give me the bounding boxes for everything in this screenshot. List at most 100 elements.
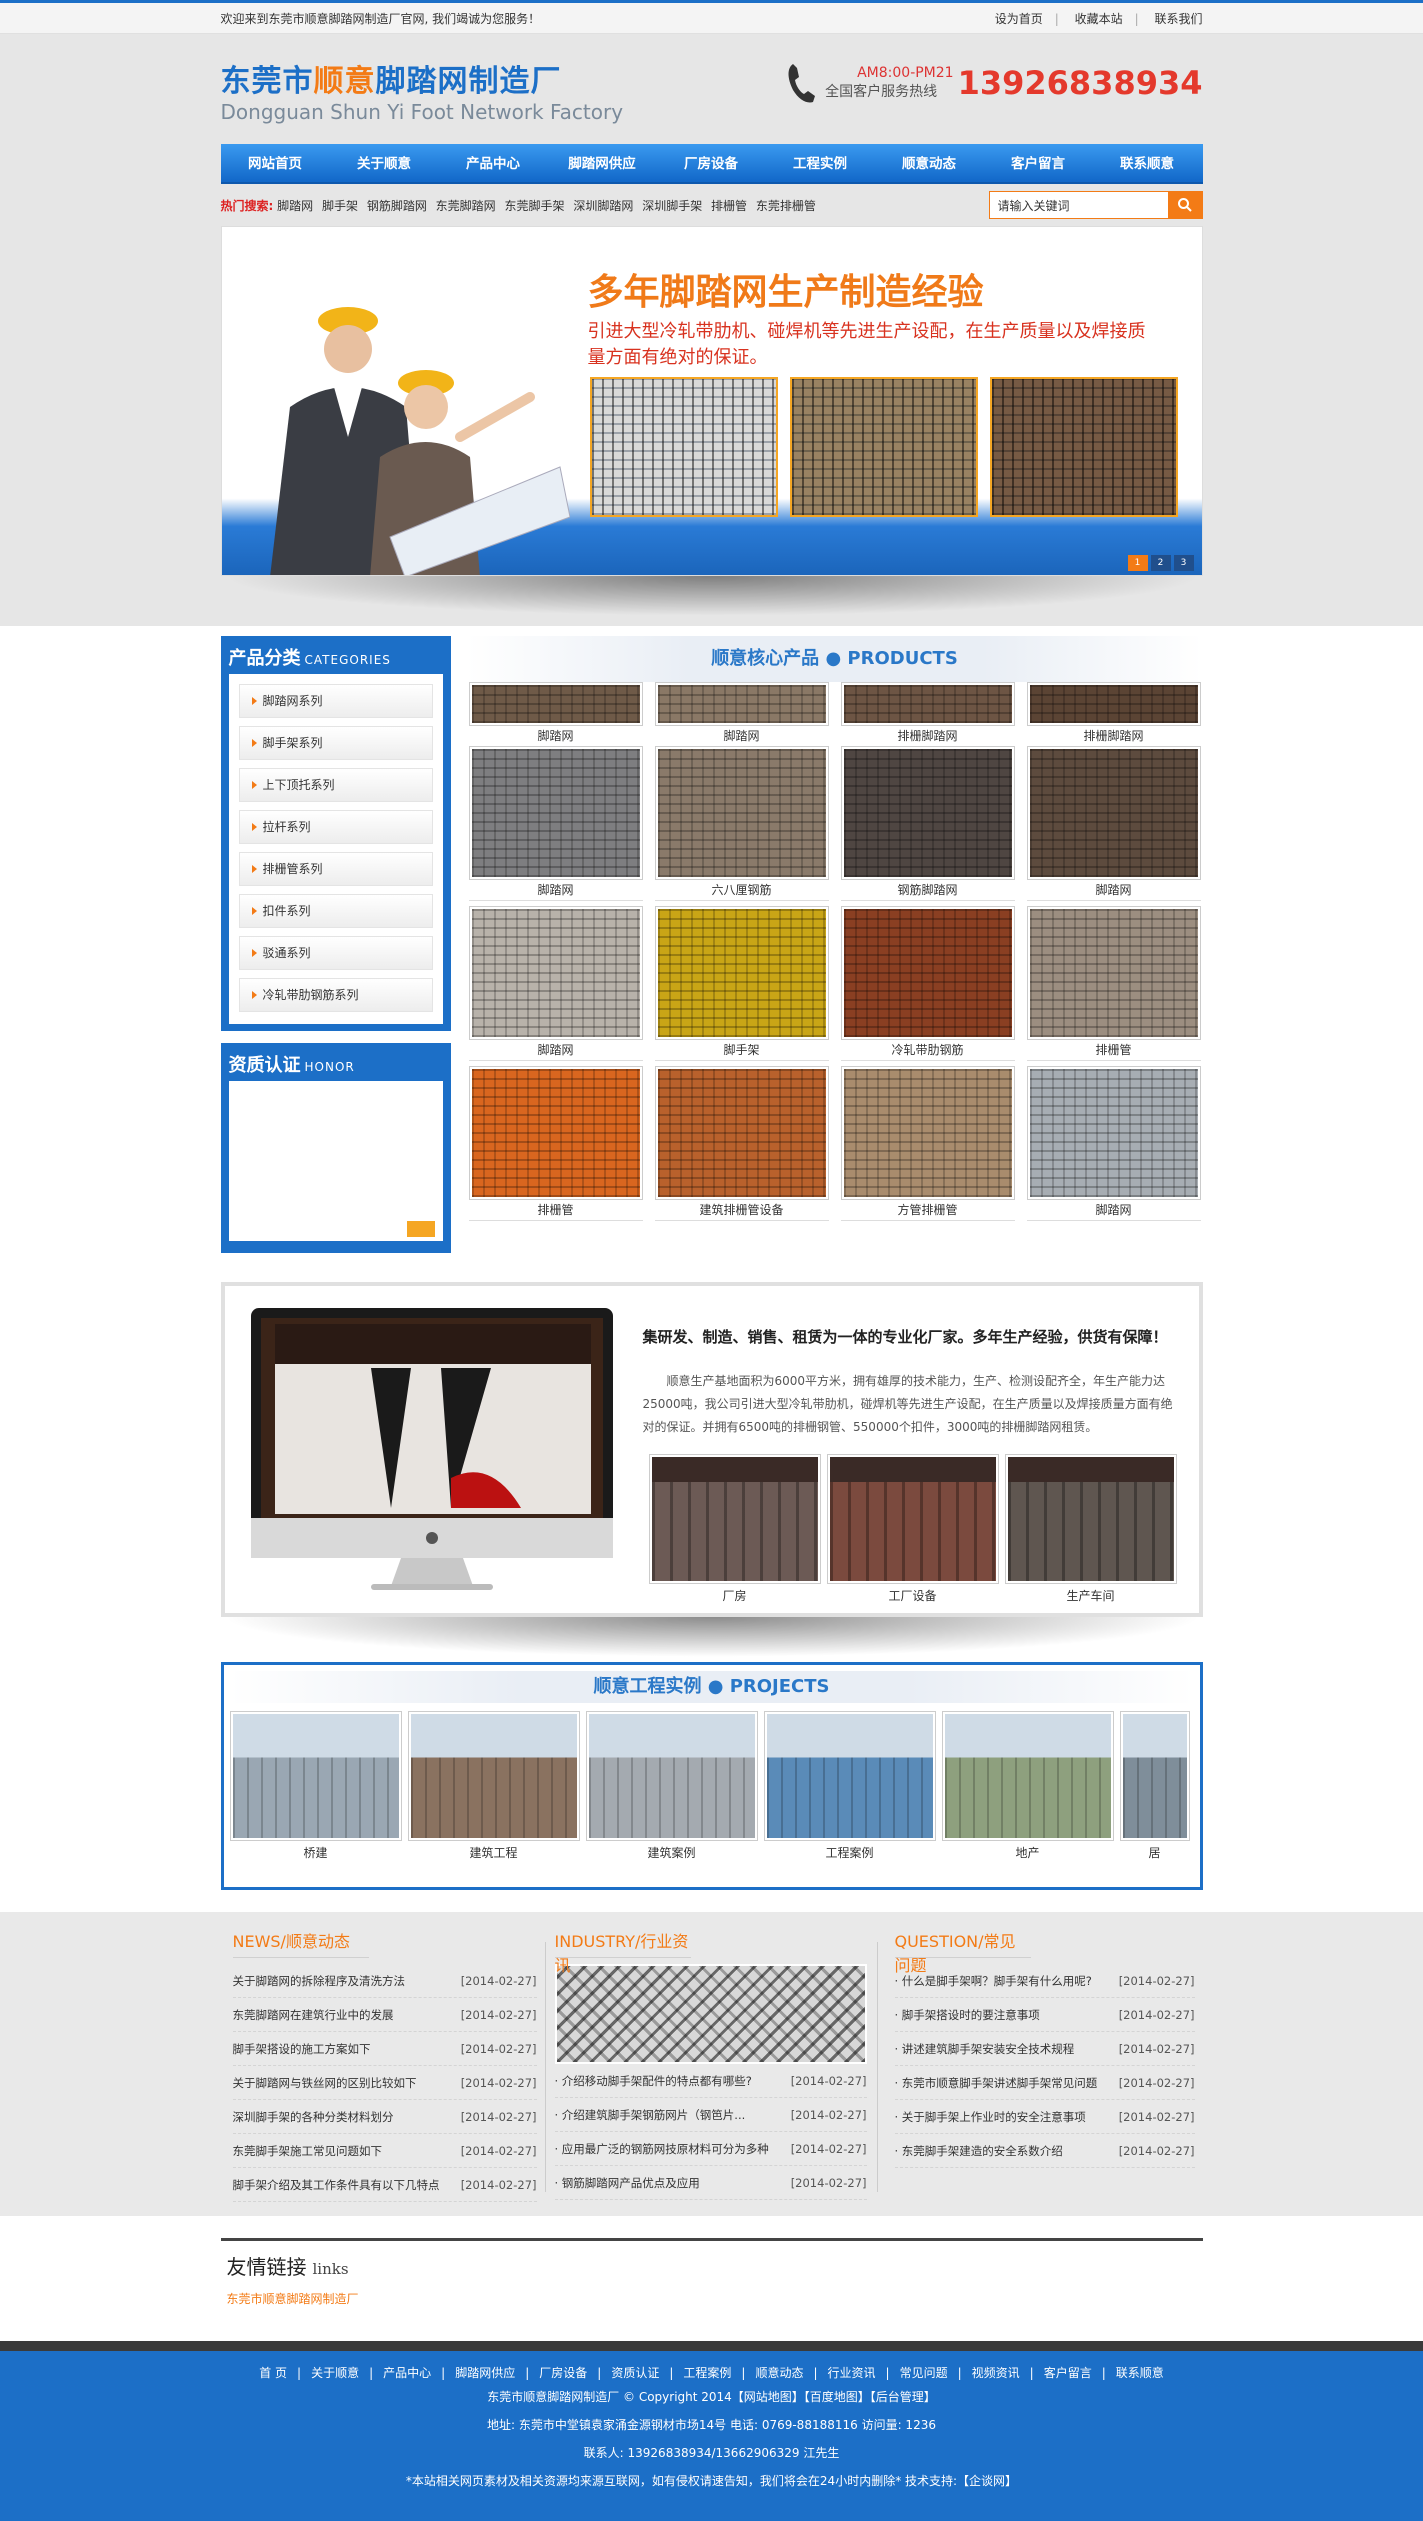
product-card[interactable]: 脚踏网 (1026, 1066, 1201, 1226)
news-item[interactable]: 东莞脚踏网在建筑行业中的发展 [2014-02-27] (232, 1998, 537, 2032)
footer-nav-item[interactable]: 资质认证 (611, 2366, 659, 2380)
industry-item[interactable]: · 钢筋脚踏网产品优点及应用 [2014-02-27] (554, 2166, 867, 2200)
question-item[interactable]: · 讲述建筑脚手架安装安全技术规程 [2014-02-27] (894, 2032, 1195, 2066)
category-item[interactable]: 脚踏网系列 (238, 684, 433, 718)
product-card[interactable]: 排栅管 (468, 1066, 643, 1226)
question-item[interactable]: · 脚手架搭设时的要注意事项 [2014-02-27] (894, 1998, 1195, 2032)
footer-nav-item[interactable]: 脚踏网供应 (455, 2366, 515, 2380)
product-card[interactable]: 脚手架 (654, 906, 829, 1066)
question-item[interactable]: · 东莞市顺意脚手架讲述脚手架常见问题 [2014-02-27] (894, 2066, 1195, 2100)
nav-equipment[interactable]: 厂房设备 (657, 144, 766, 182)
product-card[interactable]: 排栅脚踏网 (840, 682, 1015, 747)
project-card[interactable]: 居 (1119, 1711, 1190, 1865)
category-item[interactable]: 脚手架系列 (238, 726, 433, 760)
hot-keyword[interactable]: 深圳脚踏网 (573, 199, 633, 213)
project-card[interactable]: 建筑案例 (585, 1711, 758, 1865)
industry-title[interactable]: INDUSTRY/行业资讯 (554, 1928, 691, 1975)
main-nav: 网站首页 关于顺意 产品中心 脚踏网供应 厂房设备 工程实例 顺意动态 客户留言… (220, 144, 1203, 184)
search-button[interactable] (1167, 192, 1202, 218)
news-item[interactable]: 深圳脚手架的各种分类材料划分 [2014-02-27] (232, 2100, 537, 2134)
footer-nav-item[interactable]: 首 页 (259, 2366, 287, 2380)
hot-keyword[interactable]: 东莞脚手架 (505, 199, 565, 213)
footer-nav-item[interactable]: 行业资讯 (828, 2366, 876, 2380)
nav-guestbook[interactable]: 客户留言 (984, 144, 1093, 182)
product-card[interactable]: 建筑排栅管设备 (654, 1066, 829, 1226)
nav-products[interactable]: 产品中心 (439, 144, 548, 182)
category-item[interactable]: 扣件系列 (238, 894, 433, 928)
nav-contact[interactable]: 联系顺意 (1093, 144, 1202, 182)
industry-item[interactable]: · 应用最广泛的钢筋网技原材料可分为多种 [2014-02-27] (554, 2132, 867, 2166)
footer-nav-item[interactable]: 工程案例 (683, 2366, 731, 2380)
product-card[interactable]: 脚踏网 (654, 682, 829, 747)
hero-banner[interactable]: 多年脚踏网生产制造经验 引进大型冷轧带肋机、碰焊机等先进生产设配，在生产质量以及… (220, 226, 1203, 576)
footer-nav-item[interactable]: 顺意动态 (755, 2366, 803, 2380)
banner-dot[interactable]: 1 (1127, 555, 1148, 571)
product-card[interactable]: 脚踏网 (468, 746, 643, 906)
category-item[interactable]: 冷轧带肋钢筋系列 (238, 978, 433, 1012)
news-item[interactable]: 脚手架介绍及其工作条件具有以下几特点 [2014-02-27] (232, 2168, 537, 2202)
news-item[interactable]: 东莞脚手架施工常见问题如下 [2014-02-27] (232, 2134, 537, 2168)
honor-more-button[interactable] (406, 1221, 435, 1237)
news-title[interactable]: NEWS/顺意动态 (232, 1928, 369, 1958)
project-label: 居 (1148, 1846, 1161, 1860)
project-card[interactable]: 地产 (941, 1711, 1114, 1865)
industry-item[interactable]: · 介绍移动脚手架配件的特点都有哪些? [2014-02-27] (554, 2064, 867, 2098)
about-photo-card[interactable]: 生产车间 (1004, 1454, 1177, 1608)
category-item[interactable]: 排栅管系列 (238, 852, 433, 886)
question-item[interactable]: · 关于脚手架上作业时的安全注意事项 [2014-02-27] (894, 2100, 1195, 2134)
project-card[interactable]: 建筑工程 (407, 1711, 580, 1865)
question-title[interactable]: QUESTION/常见问题 (894, 1928, 1031, 1975)
footer-nav-item[interactable]: 客户留言 (1044, 2366, 1092, 2380)
product-card[interactable]: 方管排栅管 (840, 1066, 1015, 1226)
banner-dot[interactable]: 2 (1150, 555, 1171, 571)
hot-keyword[interactable]: 排栅管 (711, 199, 747, 213)
banner-dot[interactable]: 3 (1173, 555, 1194, 571)
product-card[interactable]: 脚踏网 (468, 906, 643, 1066)
question-item[interactable]: · 什么是脚手架啊？脚手架有什么用呢? [2014-02-27] (894, 1964, 1195, 1998)
news-item[interactable]: 关于脚踏网与铁丝网的区别比较如下 [2014-02-27] (232, 2066, 537, 2100)
project-image (763, 1711, 936, 1841)
product-card[interactable]: 排栅管 (1026, 906, 1201, 1066)
news-item[interactable]: 关于脚踏网的拆除程序及清洗方法 [2014-02-27] (232, 1964, 537, 1998)
product-card[interactable]: 脚踏网 (1026, 746, 1201, 906)
set-homepage-link[interactable]: 设为首页 (995, 12, 1043, 26)
hot-keyword[interactable]: 东莞脚踏网 (436, 199, 496, 213)
project-card[interactable]: 桥建 (229, 1711, 402, 1865)
footer-nav-item[interactable]: 厂房设备 (539, 2366, 587, 2380)
hot-keyword[interactable]: 钢筋脚踏网 (367, 199, 427, 213)
industry-item[interactable]: · 介绍建筑脚手架钢筋网片（钢笆片... [2014-02-27] (554, 2098, 867, 2132)
footer-nav-item[interactable]: 视频资讯 (972, 2366, 1020, 2380)
news-item[interactable]: 脚手架搭设的施工方案如下 [2014-02-27] (232, 2032, 537, 2066)
nav-news[interactable]: 顺意动态 (875, 144, 984, 182)
product-card[interactable]: 钢筋脚踏网 (840, 746, 1015, 906)
nav-projects[interactable]: 工程实例 (766, 144, 875, 182)
product-card[interactable]: 冷轧带肋钢筋 (840, 906, 1015, 1066)
product-card[interactable]: 六八厘钢筋 (654, 746, 829, 906)
hot-keyword[interactable]: 东莞排栅管 (756, 199, 816, 213)
bookmark-link[interactable]: 收藏本站 (1075, 12, 1123, 26)
search-input[interactable] (989, 192, 1168, 218)
category-item[interactable]: 拉杆系列 (238, 810, 433, 844)
nav-home[interactable]: 网站首页 (221, 144, 330, 182)
about-photo-card[interactable]: 工厂设备 (826, 1454, 999, 1608)
industry-image[interactable] (554, 1964, 867, 2064)
hot-keyword[interactable]: 深圳脚手架 (642, 199, 702, 213)
friend-link[interactable]: 东莞市顺意脚踏网制造厂 (227, 2290, 1197, 2307)
footer-nav-item[interactable]: 联系顺意 (1116, 2366, 1164, 2380)
project-card[interactable]: 工程案例 (763, 1711, 936, 1865)
category-item[interactable]: 驳通系列 (238, 936, 433, 970)
footer-nav-item[interactable]: 产品中心 (383, 2366, 431, 2380)
site-logo[interactable]: 东莞市顺意脚踏网制造厂 Dongguan Shun Yi Foot Networ… (221, 56, 624, 124)
hot-keyword[interactable]: 脚踏网 (277, 199, 313, 213)
product-card[interactable]: 排栅脚踏网 (1026, 682, 1201, 747)
category-item[interactable]: 上下顶托系列 (238, 768, 433, 802)
question-item[interactable]: · 东莞脚手架建造的安全系数介绍 [2014-02-27] (894, 2134, 1195, 2168)
product-card[interactable]: 脚踏网 (468, 682, 643, 747)
contact-link[interactable]: 联系我们 (1154, 12, 1202, 26)
footer-nav-item[interactable]: 关于顺意 (311, 2366, 359, 2380)
about-photo-card[interactable]: 厂房 (648, 1454, 821, 1608)
nav-supply[interactable]: 脚踏网供应 (548, 144, 657, 182)
footer-nav-item[interactable]: 常见问题 (900, 2366, 948, 2380)
hot-keyword[interactable]: 脚手架 (322, 199, 358, 213)
nav-about[interactable]: 关于顺意 (330, 144, 439, 182)
